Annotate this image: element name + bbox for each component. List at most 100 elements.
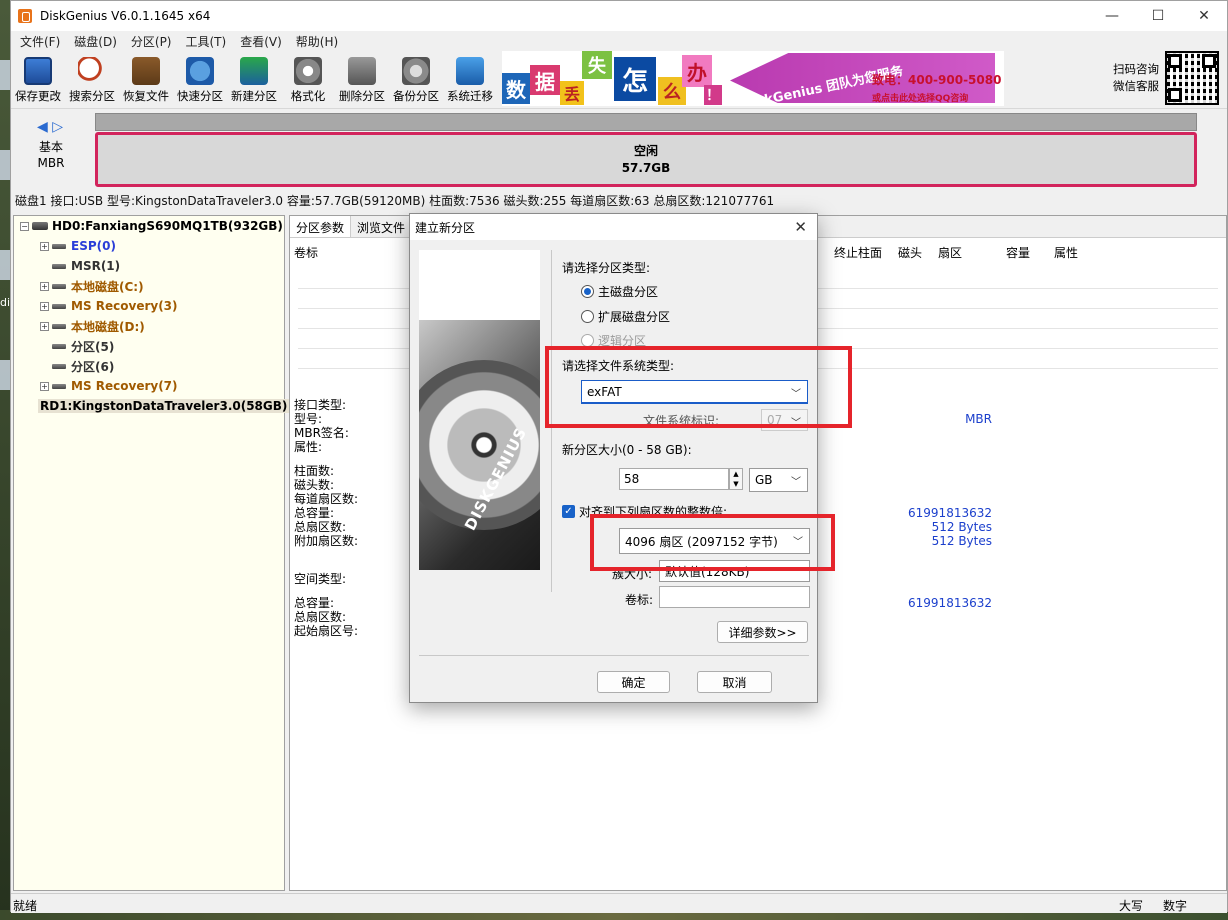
collapse-icon[interactable]: − xyxy=(20,221,29,231)
col-attributes[interactable]: 属性 xyxy=(1054,244,1078,261)
save-changes-button[interactable]: 保存更改 xyxy=(11,51,65,107)
highlight-box-fs-type xyxy=(545,346,852,428)
title-bar[interactable]: DiskGenius V6.0.1.1645 x64 — ☐ ✕ xyxy=(11,1,1227,31)
partition-icon xyxy=(52,283,66,289)
format-icon xyxy=(294,57,322,85)
map-header-strip xyxy=(95,113,1197,131)
toolbar-label: 搜索分区 xyxy=(69,89,115,103)
highlight-box-alignment xyxy=(590,514,835,571)
col-sector[interactable]: 扇区 xyxy=(938,244,962,261)
menu-file[interactable]: 文件(F) xyxy=(13,33,67,50)
delete-partition-button[interactable]: 删除分区 xyxy=(335,51,389,107)
minimize-button[interactable]: — xyxy=(1089,1,1135,31)
hard-drive-image: DISKGENIUS xyxy=(419,320,540,570)
dialog-illustration: DISKGENIUS xyxy=(419,250,540,570)
tree-node-partition[interactable]: 分区(5) xyxy=(14,336,284,356)
new-partition-icon xyxy=(240,57,268,85)
recover-icon xyxy=(132,57,160,85)
expand-icon[interactable]: + xyxy=(40,301,49,311)
col-head[interactable]: 磁头 xyxy=(898,244,922,261)
tree-node-hd0[interactable]: − HD0:FanxiangS690MQ1TB(932GB) xyxy=(14,216,284,236)
format-button[interactable]: 格式化 xyxy=(281,51,335,107)
menu-tools[interactable]: 工具(T) xyxy=(179,33,234,50)
expand-icon[interactable]: + xyxy=(40,381,49,391)
col-end-cylinder[interactable]: 终止柱面 xyxy=(834,244,882,261)
quick-partition-button[interactable]: 快速分区 xyxy=(173,51,227,107)
menu-partition[interactable]: 分区(P) xyxy=(124,33,179,50)
disk-map: ◀ ▷ 基本 MBR 空闲 57.7GB xyxy=(11,111,1228,189)
tree-node-partition[interactable]: 分区(6) xyxy=(14,356,284,376)
expand-icon[interactable]: + xyxy=(40,241,49,251)
info-label: 接口类型: xyxy=(294,398,347,412)
menu-help[interactable]: 帮助(H) xyxy=(289,33,345,50)
details-button[interactable]: 详细参数>> xyxy=(717,621,808,643)
free-space-block[interactable]: 空闲 57.7GB xyxy=(95,132,1197,187)
radio-extended[interactable]: 扩展磁盘分区 xyxy=(581,308,670,325)
tree-node-partition[interactable]: MSR(1) xyxy=(14,256,284,276)
spin-up-icon[interactable]: ▲ xyxy=(733,470,738,478)
dialog-close-icon[interactable]: ✕ xyxy=(794,218,807,236)
info-label: 总容量: xyxy=(294,596,335,610)
partition-map-bar[interactable]: 空闲 57.7GB xyxy=(95,113,1197,187)
banner-char: 失 xyxy=(582,51,612,79)
volume-label-input[interactable] xyxy=(659,586,810,608)
total-capacity-value: 61991813632 xyxy=(908,506,992,520)
info-label: 磁头数: xyxy=(294,478,335,492)
tree-label: MS Recovery(7) xyxy=(71,379,178,393)
info-label: 起始扇区号: xyxy=(294,624,359,638)
size-input[interactable]: 58 xyxy=(619,468,729,490)
expand-icon[interactable]: + xyxy=(40,281,49,291)
expand-icon[interactable]: + xyxy=(40,321,49,331)
tree-node-partition[interactable]: + 本地磁盘(C:) xyxy=(14,276,284,296)
ad-banner[interactable]: 数 据 丢 失 怎 么 办 ！ DiskGenius 团队为您服务 致电：400… xyxy=(502,51,1004,106)
banner-qq-link[interactable]: 或点击此处选择QQ咨询 xyxy=(872,91,968,104)
toolbar-label: 新建分区 xyxy=(231,89,277,103)
search-partition-button[interactable]: 搜索分区 xyxy=(65,51,119,107)
tree-node-partition[interactable]: + MS Recovery(7) xyxy=(14,376,284,396)
tab-browse-files[interactable]: 浏览文件 xyxy=(351,216,413,237)
info-label: 附加扇区数: xyxy=(294,534,359,548)
menu-view[interactable]: 查看(V) xyxy=(233,33,289,50)
disk-nav-arrows[interactable]: ◀ ▷ xyxy=(37,119,63,135)
qr-code-icon xyxy=(1165,51,1219,105)
toolbar-label: 快速分区 xyxy=(177,89,223,103)
free-capacity-value: 61991813632 xyxy=(908,596,992,610)
size-unit-select[interactable]: GB ﹀ xyxy=(749,468,808,492)
col-volume-label[interactable]: 卷标 xyxy=(294,244,318,261)
desktop-icon[interactable] xyxy=(0,360,10,390)
backup-partition-button[interactable]: 备份分区 xyxy=(389,51,443,107)
dialog-divider xyxy=(419,655,809,656)
desktop-icon-label: di xyxy=(0,296,10,309)
partition-type-label: 请选择分区类型: xyxy=(562,261,651,275)
status-bar: 就绪 大写 数字 xyxy=(11,893,1227,913)
desktop-icon[interactable] xyxy=(0,60,10,90)
volume-label-label: 卷标: xyxy=(625,593,654,607)
close-button[interactable]: ✕ xyxy=(1181,1,1227,31)
desktop-icon[interactable] xyxy=(0,150,10,180)
col-capacity[interactable]: 容量 xyxy=(1006,244,1030,261)
qr-consult[interactable]: 扫码咨询 微信客服 xyxy=(1113,51,1219,105)
size-spinner[interactable]: ▲ ▼ xyxy=(729,468,743,490)
tree-node-rd1[interactable]: RD1:KingstonDataTraveler3.0(58GB) xyxy=(14,396,290,416)
tree-node-partition[interactable]: + MS Recovery(3) xyxy=(14,296,284,316)
ok-button[interactable]: 确定 xyxy=(597,671,670,693)
tree-node-partition[interactable]: + ESP(0) xyxy=(14,236,284,256)
banner-char: 怎 xyxy=(614,57,656,101)
save-icon xyxy=(24,57,52,85)
free-space-size: 57.7GB xyxy=(621,160,671,175)
dialog-title-bar[interactable]: 建立新分区 ✕ xyxy=(410,214,817,240)
maximize-button[interactable]: ☐ xyxy=(1135,1,1181,31)
recover-files-button[interactable]: 恢复文件 xyxy=(119,51,173,107)
new-partition-button[interactable]: 新建分区 xyxy=(227,51,281,107)
system-migrate-button[interactable]: 系统迁移 xyxy=(443,51,497,107)
size-label: 新分区大小(0 - 58 GB): xyxy=(562,443,692,457)
tab-partition-params[interactable]: 分区参数 xyxy=(290,216,352,237)
radio-primary[interactable]: 主磁盘分区 xyxy=(581,283,658,300)
disk-icon xyxy=(32,222,48,230)
desktop-icon[interactable] xyxy=(0,250,10,280)
disk-type-line2: MBR xyxy=(37,156,65,170)
menu-disk[interactable]: 磁盘(D) xyxy=(67,33,124,50)
spin-down-icon[interactable]: ▼ xyxy=(733,480,738,488)
cancel-button[interactable]: 取消 xyxy=(697,671,772,693)
tree-node-partition[interactable]: + 本地磁盘(D:) xyxy=(14,316,284,336)
